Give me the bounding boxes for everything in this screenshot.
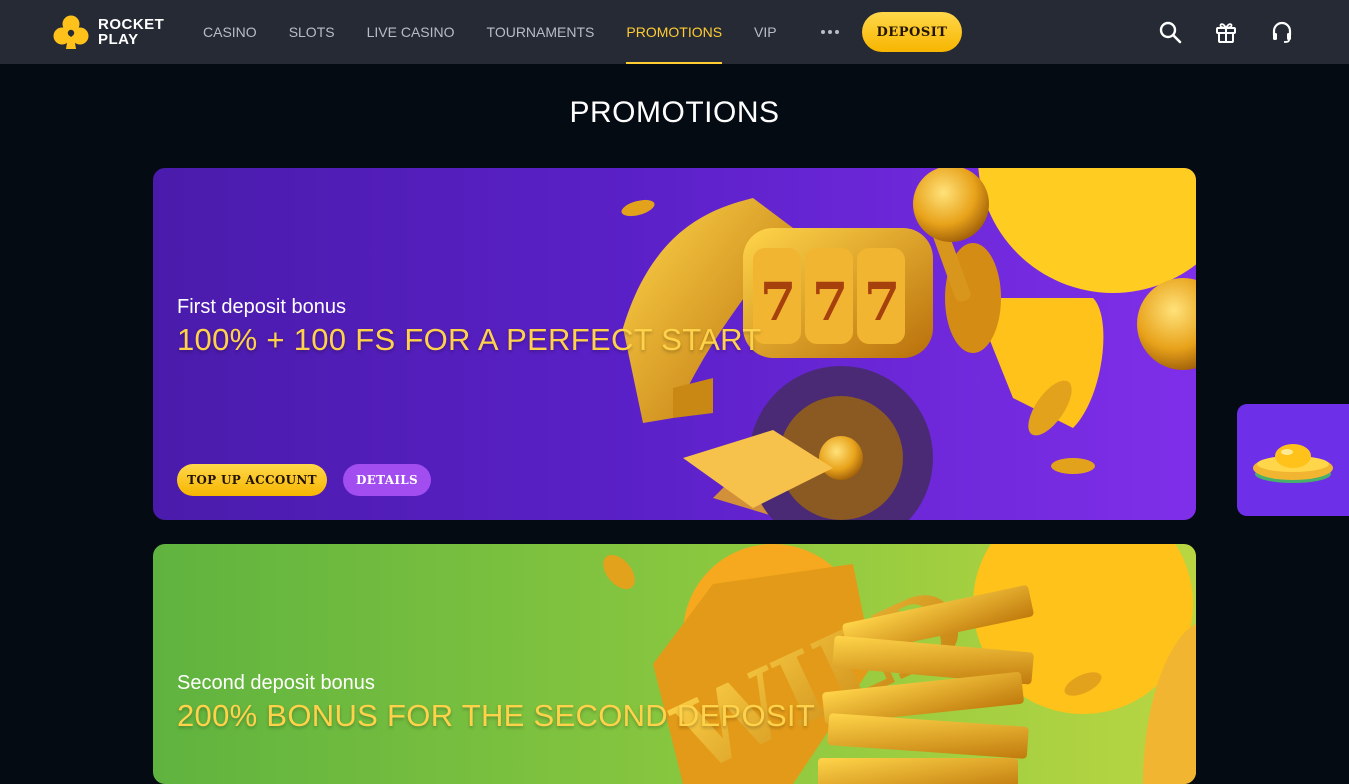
clover-logo-icon xyxy=(53,15,89,49)
ufo-icon xyxy=(1253,444,1333,483)
promo-subtitle: First deposit bonus xyxy=(177,296,346,318)
main-nav: CASINO SLOTS LIVE CASINO TOURNAMENTS PRO… xyxy=(203,0,839,64)
brand-name: ROCKET PLAY xyxy=(98,17,164,47)
nav-tournaments[interactable]: TOURNAMENTS xyxy=(487,0,595,64)
nav-vip[interactable]: VIP xyxy=(754,0,777,64)
nav-slots[interactable]: SLOTS xyxy=(289,0,335,64)
svg-text:7: 7 xyxy=(864,272,900,333)
nav-promotions[interactable]: PROMOTIONS xyxy=(626,0,722,64)
promo-subtitle: Second deposit bonus xyxy=(177,672,375,694)
promo-card-second-deposit[interactable]: WILD Second deposit bonus 200% BONUS FOR… xyxy=(153,544,1196,784)
deposit-button[interactable]: DEPOSIT xyxy=(862,12,962,52)
promo-headline: 100% + 100 FS FOR A PERFECT START xyxy=(177,322,762,357)
headset-icon[interactable] xyxy=(1270,20,1294,44)
brand-line-1: ROCKET xyxy=(98,16,165,33)
svg-text:7: 7 xyxy=(812,272,848,333)
brand-logo[interactable]: ROCKET PLAY xyxy=(52,12,164,52)
gift-icon[interactable] xyxy=(1214,20,1238,44)
top-header: ROCKET PLAY CASINO SLOTS LIVE CASINO TOU… xyxy=(0,0,1349,64)
wild-blocks-illustration: WILD xyxy=(603,544,1196,784)
svg-text:7: 7 xyxy=(760,272,796,333)
nav-live-casino[interactable]: LIVE CASINO xyxy=(367,0,455,64)
search-icon[interactable] xyxy=(1158,20,1182,44)
ellipsis-icon[interactable] xyxy=(820,0,839,64)
dot xyxy=(827,30,832,34)
top-up-account-button[interactable]: TOP UP ACCOUNT xyxy=(177,464,327,496)
floating-bonus-widget[interactable] xyxy=(1237,404,1349,516)
dot xyxy=(820,30,825,34)
promo-card-first-deposit[interactable]: 7 7 7 First deposit bonus 100% + 100 FS … xyxy=(153,168,1196,520)
brand-line-2: PLAY xyxy=(98,31,139,48)
nav-casino[interactable]: CASINO xyxy=(203,0,257,64)
dot xyxy=(834,30,839,34)
page-title: PROMOTIONS xyxy=(569,96,780,129)
promo-headline: 200% BONUS FOR THE SECOND DEPOSIT xyxy=(177,698,816,733)
details-button[interactable]: DETAILS xyxy=(343,464,431,496)
